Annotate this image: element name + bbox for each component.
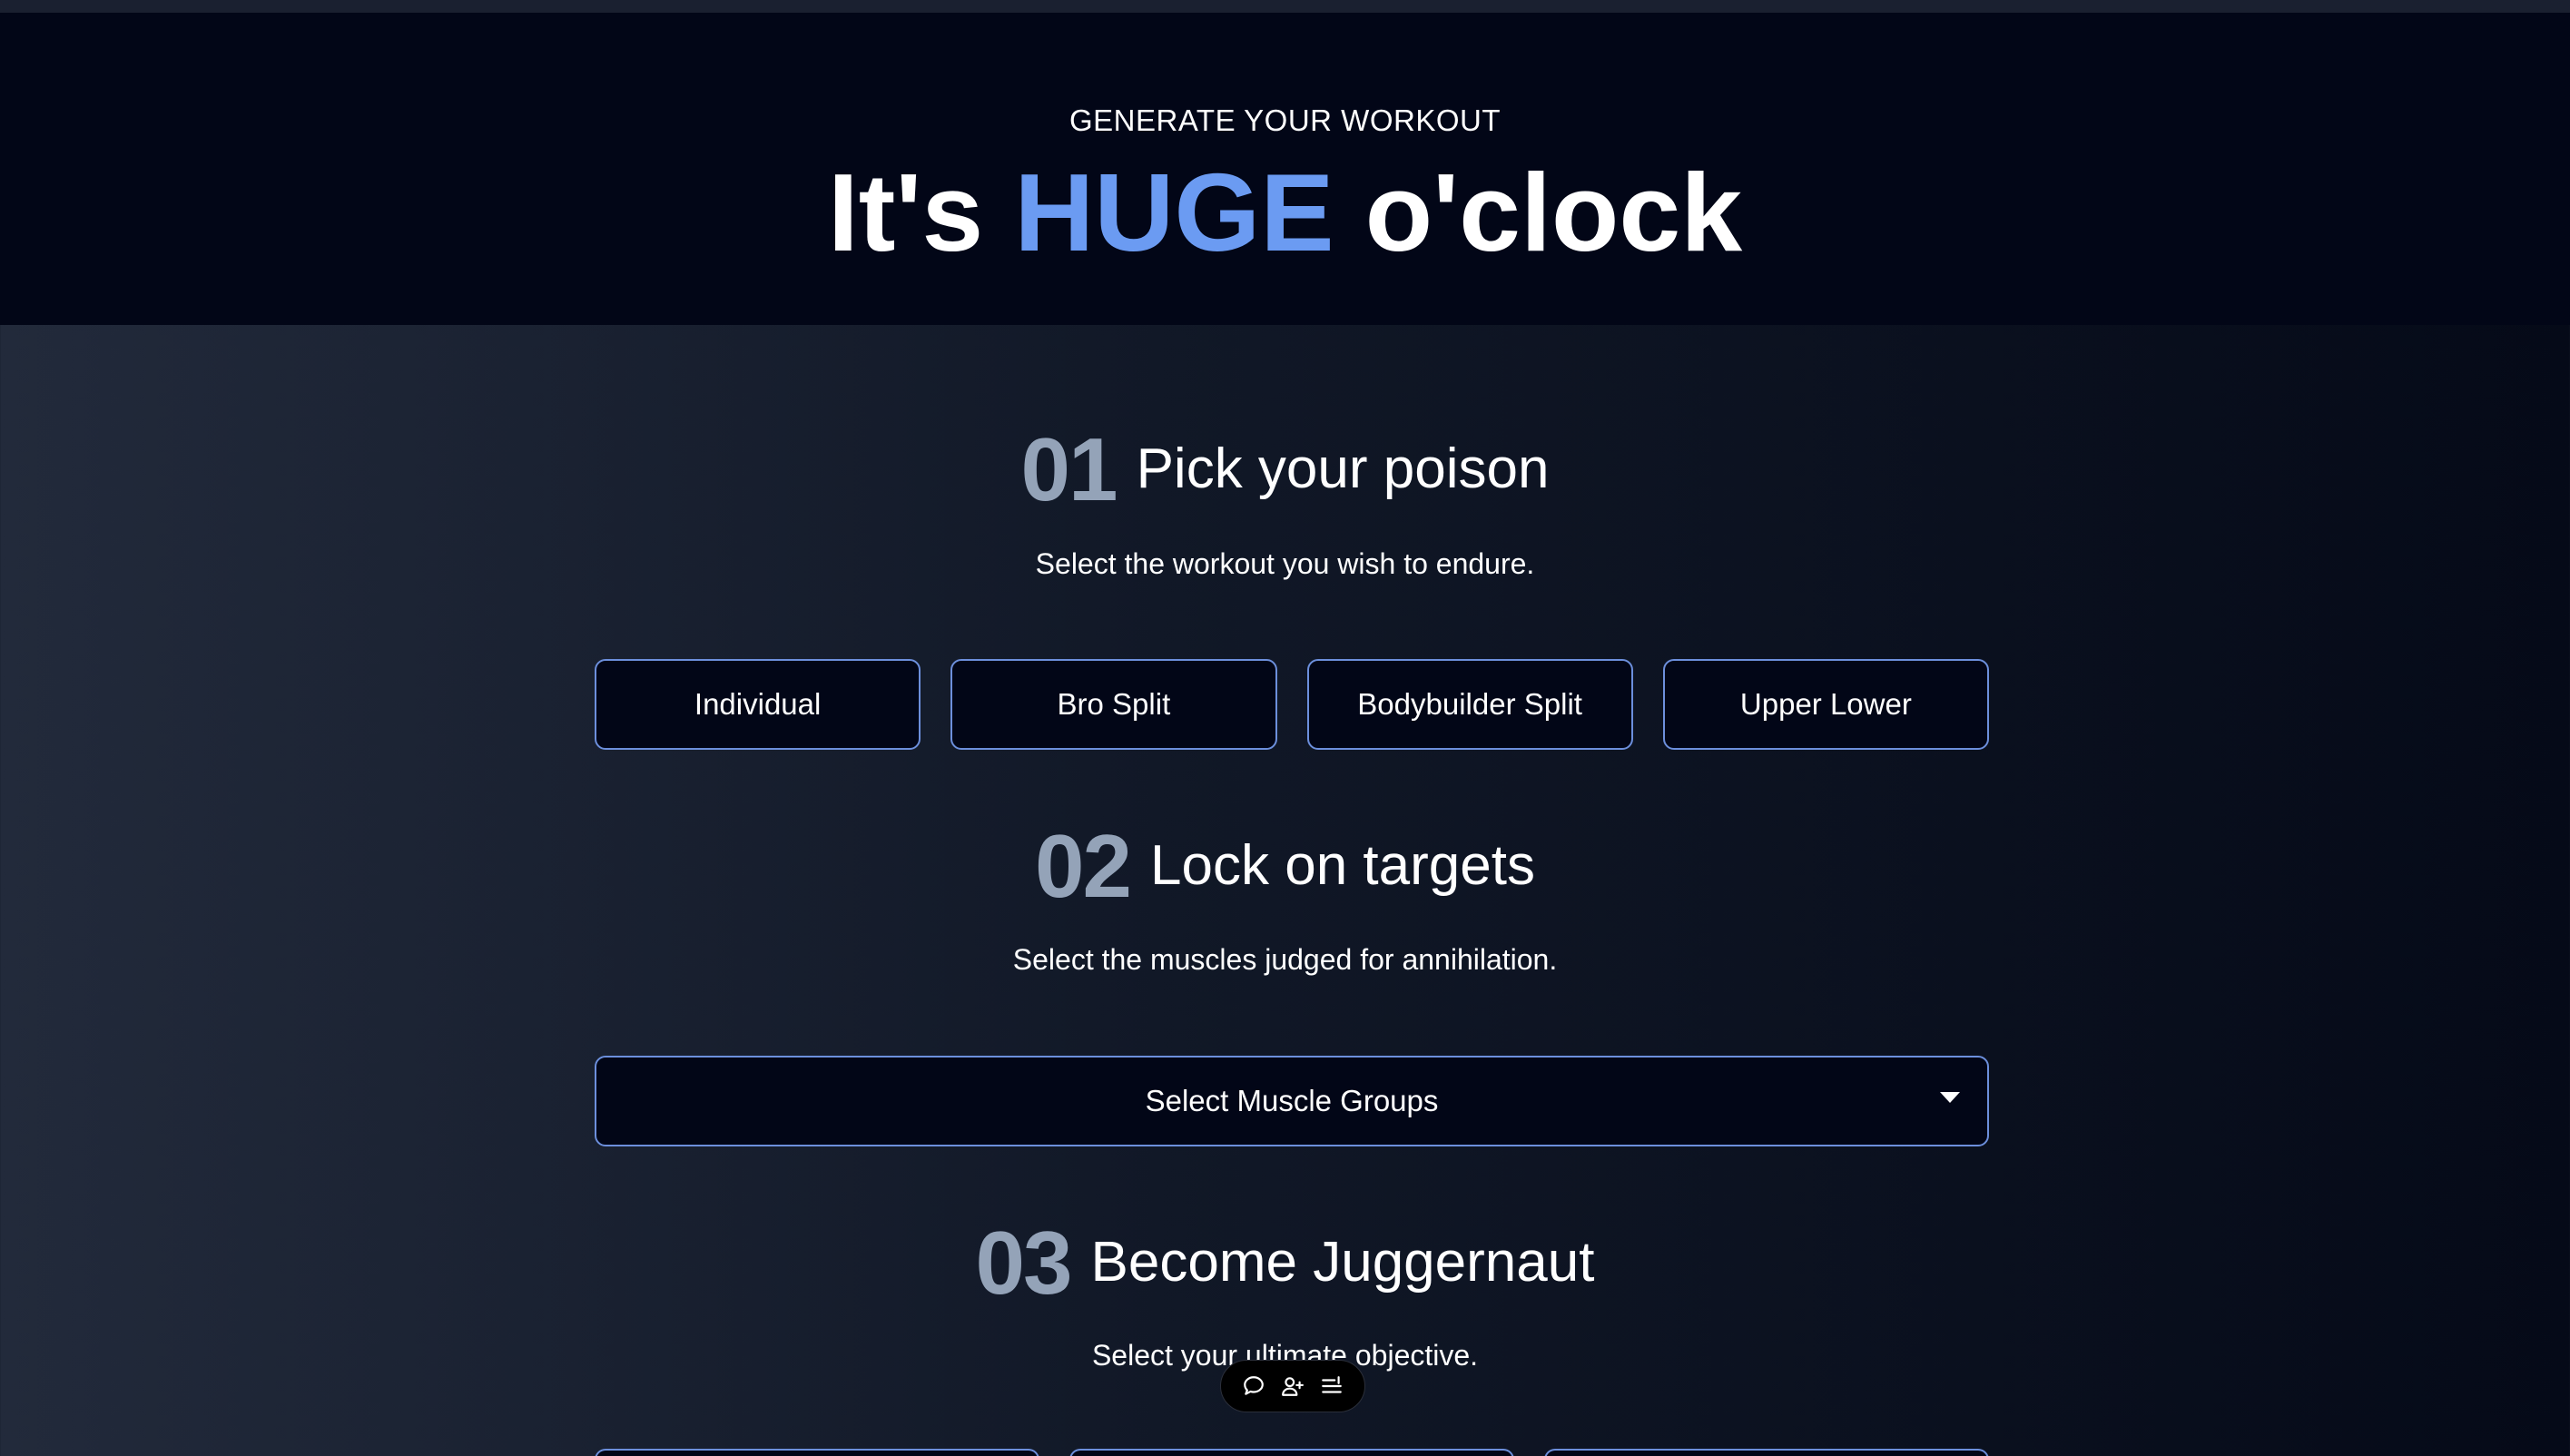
section-title: Lock on targets xyxy=(1150,834,1535,897)
workout-option-bodybuilder-split[interactable]: Bodybuilder Split xyxy=(1306,659,1633,750)
hero-title-suffix: o'clock xyxy=(1364,151,1743,274)
objective-option[interactable] xyxy=(1069,1449,1514,1456)
muscle-groups-select[interactable]: Select Muscle Groups xyxy=(595,1056,1989,1146)
floating-toolbar xyxy=(1220,1360,1365,1412)
section-title: Pick your poison xyxy=(1136,438,1550,500)
objective-option[interactable] xyxy=(595,1449,1039,1456)
section-subtitle: Select the muscles judged for annihilati… xyxy=(1012,943,1558,976)
chevron-down-icon xyxy=(1940,1092,1960,1103)
list-settings-icon[interactable] xyxy=(1316,1371,1347,1402)
comment-icon[interactable] xyxy=(1238,1371,1269,1402)
top-strip xyxy=(0,0,2570,13)
section-heading-lock-targets: 02 Lock on targets xyxy=(0,816,2570,916)
workout-option-upper-lower[interactable]: Upper Lower xyxy=(1662,659,1989,750)
muscle-groups-select-label: Select Muscle Groups xyxy=(1145,1084,1439,1117)
objective-options xyxy=(595,1449,1989,1456)
hero-banner: GENERATE YOUR WORKOUT It's HUGE o'clock xyxy=(0,13,2570,325)
section-title: Become Juggernaut xyxy=(1090,1231,1595,1294)
workout-option-individual[interactable]: Individual xyxy=(595,659,921,750)
hero-title-accent: HUGE xyxy=(1014,151,1334,274)
hero-title: It's HUGE o'clock xyxy=(0,144,2570,280)
workout-option-bro-split[interactable]: Bro Split xyxy=(950,659,1277,750)
hero-title-prefix: It's xyxy=(827,151,984,274)
section-number: 02 xyxy=(1035,816,1132,916)
add-user-icon[interactable] xyxy=(1277,1371,1308,1402)
workout-type-options: Individual Bro Split Bodybuilder Split U… xyxy=(595,659,1989,750)
hero-eyebrow: GENERATE YOUR WORKOUT xyxy=(1069,103,1501,137)
section-heading-become-juggernaut: 03 Become Juggernaut xyxy=(0,1213,2570,1313)
section-number: 03 xyxy=(975,1213,1073,1313)
section-heading-pick-poison: 01 Pick your poison xyxy=(0,419,2570,519)
objective-option[interactable] xyxy=(1544,1449,1989,1456)
section-number: 01 xyxy=(1020,419,1118,519)
section-subtitle: Select the workout you wish to endure. xyxy=(1035,547,1535,580)
